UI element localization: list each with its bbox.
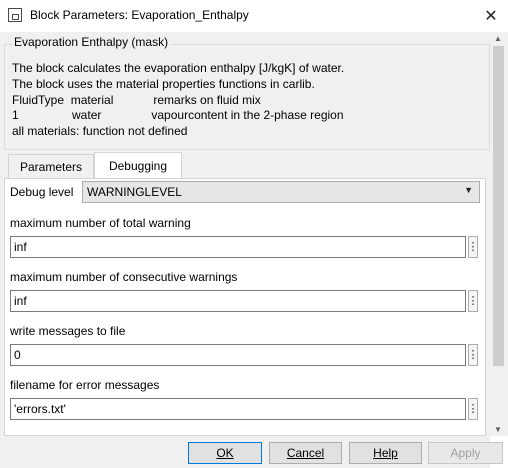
max-total-warning-input[interactable]: inf <box>10 236 466 258</box>
description-line-1: The block calculates the evaporation ent… <box>12 61 345 75</box>
vertical-ellipsis-icon[interactable]: ⋮ <box>468 344 479 366</box>
cancel-button[interactable]: Cancel <box>269 442 342 464</box>
apply-button[interactable]: Apply <box>428 442 503 464</box>
ok-button[interactable]: OK <box>188 442 262 464</box>
ok-label: OK <box>216 446 234 460</box>
tab-parameters[interactable]: Parameters <box>8 154 94 178</box>
max-total-warning-label: maximum number of total warning <box>10 216 191 230</box>
write-messages-input[interactable]: 0 <box>10 344 466 366</box>
help-button[interactable]: Help <box>349 442 422 464</box>
title-bar: Block Parameters: Evaporation_Enthalpy ✕ <box>0 0 508 32</box>
cancel-label: Cancel <box>286 446 325 460</box>
window-title: Block Parameters: Evaporation_Enthalpy <box>30 8 249 22</box>
description-line-4: 1 water vapourcontent in the 2-phase reg… <box>12 108 344 122</box>
vertical-ellipsis-icon[interactable]: ⋮ <box>468 236 479 258</box>
max-consecutive-warnings-input[interactable]: inf <box>10 290 466 312</box>
debug-level-label: Debug level <box>10 185 74 199</box>
write-messages-label: write messages to file <box>10 324 126 338</box>
debug-level-select[interactable]: WARNINGLEVEL ▼ <box>82 181 480 203</box>
filename-errors-input[interactable]: 'errors.txt' <box>10 398 466 420</box>
scrollbar-thumb[interactable] <box>493 46 504 366</box>
app-icon <box>8 8 22 22</box>
tab-debugging[interactable]: Debugging <box>94 152 182 178</box>
scroll-up-icon[interactable]: ▲ <box>494 34 502 43</box>
filename-errors-label: filename for error messages <box>10 378 160 392</box>
vertical-ellipsis-icon[interactable]: ⋮ <box>468 398 479 420</box>
vertical-ellipsis-icon[interactable]: ⋮ <box>468 290 479 312</box>
debug-level-value: WARNINGLEVEL <box>87 185 182 199</box>
description-line-3: FluidType material remarks on fluid mix <box>12 93 261 107</box>
mask-group-label: Evaporation Enthalpy (mask) <box>12 35 171 49</box>
chevron-down-icon: ▼ <box>464 185 473 195</box>
description-line-2: The block uses the material properties f… <box>12 77 315 91</box>
description-line-5: all materials: function not defined <box>12 124 188 138</box>
max-consecutive-warnings-label: maximum number of consecutive warnings <box>10 270 238 284</box>
vertical-scrollbar[interactable]: ▲ ▼ <box>490 32 508 436</box>
apply-label: Apply <box>450 446 481 460</box>
scroll-down-icon[interactable]: ▼ <box>494 425 502 434</box>
close-icon[interactable]: ✕ <box>474 0 508 32</box>
help-label: Help <box>373 446 398 460</box>
